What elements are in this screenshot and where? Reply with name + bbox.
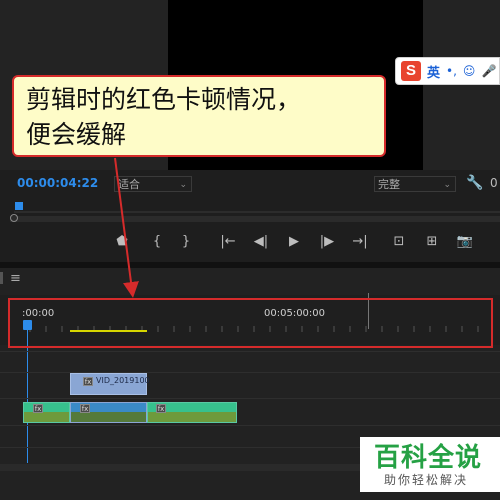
step-back-icon[interactable]: ◀|	[252, 235, 270, 249]
ruler-highlight-box	[8, 298, 493, 348]
track-separator	[0, 351, 500, 352]
playhead-line	[27, 328, 28, 463]
settings-page-number: 0	[490, 176, 498, 190]
playback-quality-select[interactable]: 完整 ⌄	[374, 176, 456, 192]
go-to-in-icon[interactable]: |←	[219, 235, 237, 249]
monitor-scrollbar[interactable]	[10, 216, 500, 222]
panel-tab-edge	[0, 272, 3, 284]
annotation-callout: 剪辑时的红色卡顿情况， 便会缓解	[12, 75, 386, 157]
track-separator	[0, 398, 500, 399]
track-separator	[0, 425, 500, 426]
mark-in-icon[interactable]: {	[148, 235, 166, 249]
camera-icon[interactable]: 📷	[456, 235, 474, 249]
watermark-subtitle: 助你轻松解决	[384, 473, 469, 487]
watermark-title: 百科全说	[374, 443, 483, 473]
extract-icon[interactable]: ⊞	[423, 235, 441, 249]
ime-emoji-icon[interactable]: ☺	[463, 64, 476, 78]
callout-line-2: 便会缓解	[26, 120, 127, 149]
lift-icon[interactable]: ⊡	[390, 235, 408, 249]
zoom-fit-value: 适合	[118, 178, 140, 191]
ime-punctuation-toggle[interactable]: •,	[446, 64, 457, 78]
chevron-down-icon: ⌄	[179, 180, 187, 190]
callout-line-1: 剪辑时的红色卡顿情况，	[26, 85, 302, 114]
ime-mic-icon[interactable]: 🎤	[481, 64, 496, 78]
clip-name: VID_2019100	[96, 376, 150, 385]
go-to-out-icon[interactable]: →|	[351, 235, 369, 249]
playhead-timecode[interactable]: 00:00:04:22	[17, 176, 98, 190]
monitor-scroll-handle[interactable]	[10, 214, 18, 222]
wrench-icon[interactable]: 🔧	[466, 175, 483, 191]
quality-value: 完整	[378, 178, 400, 191]
monitor-mini-ruler	[14, 211, 500, 213]
monitor-playhead[interactable]	[15, 202, 23, 210]
video-clip-v1-a[interactable]	[23, 402, 70, 423]
add-marker-icon[interactable]: ⬟	[113, 235, 131, 249]
fx-icon: fx	[156, 404, 166, 413]
ime-language-toggle[interactable]: 英	[427, 62, 440, 81]
timeline-scrollbar[interactable]	[0, 464, 370, 471]
fx-icon: fx	[33, 404, 43, 413]
chevron-down-icon: ⌄	[443, 180, 451, 190]
fx-icon: fx	[83, 377, 93, 386]
ime-toolbar[interactable]: S 英 •, ☺ 🎤	[395, 57, 500, 85]
ime-logo-icon[interactable]: S	[401, 61, 421, 81]
fx-icon: fx	[80, 404, 90, 413]
step-forward-icon[interactable]: |▶	[318, 235, 336, 249]
hamburger-icon[interactable]: ≡	[10, 271, 21, 286]
zoom-fit-select[interactable]: 适合 ⌄	[114, 176, 192, 192]
play-icon[interactable]: ▶	[285, 235, 303, 249]
mark-out-icon[interactable]: }	[177, 235, 195, 249]
